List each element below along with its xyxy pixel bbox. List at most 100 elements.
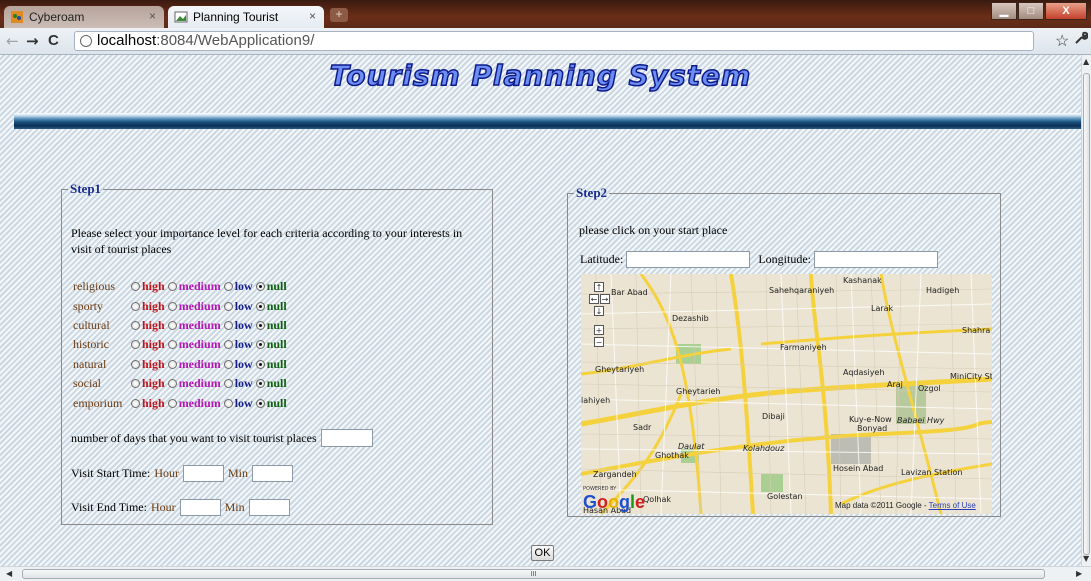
zoom-out-button[interactable]: − — [594, 337, 604, 347]
radio-button[interactable] — [223, 398, 233, 408]
radio-button[interactable] — [255, 339, 265, 349]
radio-button[interactable] — [167, 398, 177, 408]
importance-option-high[interactable]: high — [131, 318, 165, 333]
importance-option-low[interactable]: low — [223, 357, 253, 372]
importance-option-low[interactable]: low — [223, 299, 253, 314]
importance-option-null[interactable]: null — [255, 279, 287, 294]
radio-button[interactable] — [223, 301, 233, 311]
radio-button[interactable] — [255, 320, 265, 330]
radio-button[interactable] — [131, 359, 140, 369]
radio-button[interactable] — [223, 339, 233, 349]
scroll-down-arrow-icon[interactable]: ▼ — [1083, 554, 1089, 563]
radio-button[interactable] — [167, 359, 177, 369]
radio-button[interactable] — [255, 378, 265, 388]
vertical-scrollbar[interactable]: ▲ ▼ — [1081, 55, 1091, 566]
google-map[interactable]: Sahehqaraniyeh Kashanak Hadigeh Larak Sh… — [581, 274, 992, 514]
radio-button[interactable] — [223, 359, 233, 369]
scroll-left-arrow-icon[interactable]: ◀ — [6, 569, 12, 578]
importance-option-medium[interactable]: medium — [167, 299, 221, 314]
radio-button[interactable] — [255, 359, 265, 369]
pan-down-button[interactable]: ↓ — [594, 306, 604, 316]
close-window-button[interactable]: X — [1045, 2, 1087, 20]
new-tab-button[interactable]: + — [330, 8, 348, 22]
back-arrow-icon[interactable]: ← — [6, 32, 19, 50]
importance-option-low[interactable]: low — [223, 375, 253, 391]
ok-button[interactable]: OK — [531, 545, 554, 561]
radio-button[interactable] — [255, 281, 265, 291]
radio-button[interactable] — [223, 378, 233, 388]
radio-button[interactable] — [131, 339, 140, 349]
map-label: Dezashib — [672, 314, 709, 323]
importance-option-null[interactable]: null — [255, 396, 287, 411]
reload-icon[interactable]: C — [48, 32, 59, 49]
radio-button[interactable] — [167, 301, 177, 311]
importance-option-low[interactable]: low — [223, 279, 253, 294]
radio-button[interactable] — [255, 398, 265, 408]
radio-button[interactable] — [223, 281, 233, 291]
pan-up-button[interactable]: ↑ — [594, 282, 604, 292]
importance-option-null[interactable]: null — [255, 357, 287, 372]
address-bar[interactable]: localhost:8084/WebApplication9/ — [74, 31, 1034, 51]
importance-option-medium[interactable]: medium — [167, 318, 221, 333]
radio-button[interactable] — [167, 320, 177, 330]
start-min-input[interactable] — [252, 465, 293, 482]
importance-option-high[interactable]: high — [131, 279, 165, 294]
radio-button[interactable] — [255, 301, 265, 311]
importance-option-high[interactable]: high — [131, 337, 165, 352]
start-hour-input[interactable] — [182, 465, 224, 482]
scroll-up-arrow-icon[interactable]: ▲ — [1083, 57, 1089, 66]
tab-label: Planning Tourist — [193, 10, 279, 24]
longitude-input[interactable] — [814, 251, 938, 268]
zoom-in-button[interactable]: + — [594, 325, 604, 335]
radio-button[interactable] — [167, 281, 177, 291]
tab-planning-tourist[interactable]: Planning Tourist × — [168, 6, 324, 28]
horizontal-scrollbar[interactable]: ◀ III ▶ — [0, 566, 1091, 581]
radio-button[interactable] — [131, 320, 140, 330]
terms-of-use-link[interactable]: Terms of Use — [929, 501, 976, 510]
maximize-button[interactable]: □ — [1018, 2, 1044, 20]
google-logo[interactable]: Google — [583, 492, 645, 513]
importance-option-low[interactable]: low — [223, 337, 253, 352]
url-host: localhost — [97, 32, 157, 49]
importance-option-low[interactable]: low — [223, 396, 253, 411]
option-label: low — [234, 375, 253, 390]
importance-option-high[interactable]: high — [131, 396, 165, 411]
days-input[interactable] — [320, 429, 373, 447]
forward-arrow-icon[interactable]: → — [26, 32, 39, 50]
radio-button[interactable] — [131, 281, 140, 291]
importance-option-null[interactable]: null — [255, 337, 287, 352]
page-info-icon[interactable] — [80, 35, 92, 47]
minimize-button[interactable]: ▁ — [991, 2, 1017, 20]
importance-option-null[interactable]: null — [255, 299, 287, 314]
wrench-menu-icon[interactable] — [1074, 31, 1089, 50]
tab-cyberoam[interactable]: Cyberoam × — [4, 6, 164, 28]
pan-right-button[interactable]: → — [600, 294, 610, 304]
importance-option-high[interactable]: high — [131, 357, 165, 372]
importance-option-medium[interactable]: medium — [167, 357, 221, 372]
importance-option-medium[interactable]: medium — [167, 279, 221, 294]
radio-button[interactable] — [167, 339, 177, 349]
scroll-right-arrow-icon[interactable]: ▶ — [1076, 569, 1082, 578]
vertical-scroll-thumb[interactable] — [1083, 73, 1090, 555]
radio-button[interactable] — [131, 378, 140, 388]
importance-option-high[interactable]: high — [131, 376, 165, 391]
importance-option-high[interactable]: high — [131, 299, 165, 314]
importance-option-low[interactable]: low — [223, 318, 253, 333]
end-min-input[interactable] — [248, 499, 290, 516]
horizontal-scroll-thumb[interactable]: III — [22, 569, 1045, 579]
radio-button[interactable] — [167, 378, 177, 388]
importance-option-null[interactable]: null — [255, 318, 287, 333]
tab-close-icon[interactable]: × — [149, 9, 156, 23]
importance-option-medium[interactable]: medium — [167, 396, 221, 411]
importance-option-medium[interactable]: medium — [167, 376, 221, 391]
tab-close-icon[interactable]: × — [309, 9, 316, 23]
bookmark-star-icon[interactable]: ☆ — [1055, 31, 1069, 51]
end-hour-input[interactable] — [179, 499, 221, 516]
radio-button[interactable] — [223, 320, 233, 330]
importance-option-null[interactable]: null — [255, 376, 287, 391]
radio-button[interactable] — [131, 301, 140, 311]
radio-button[interactable] — [131, 398, 140, 408]
pan-left-button[interactable]: ← — [589, 294, 599, 304]
latitude-input[interactable] — [626, 251, 751, 268]
importance-option-medium[interactable]: medium — [167, 337, 221, 352]
